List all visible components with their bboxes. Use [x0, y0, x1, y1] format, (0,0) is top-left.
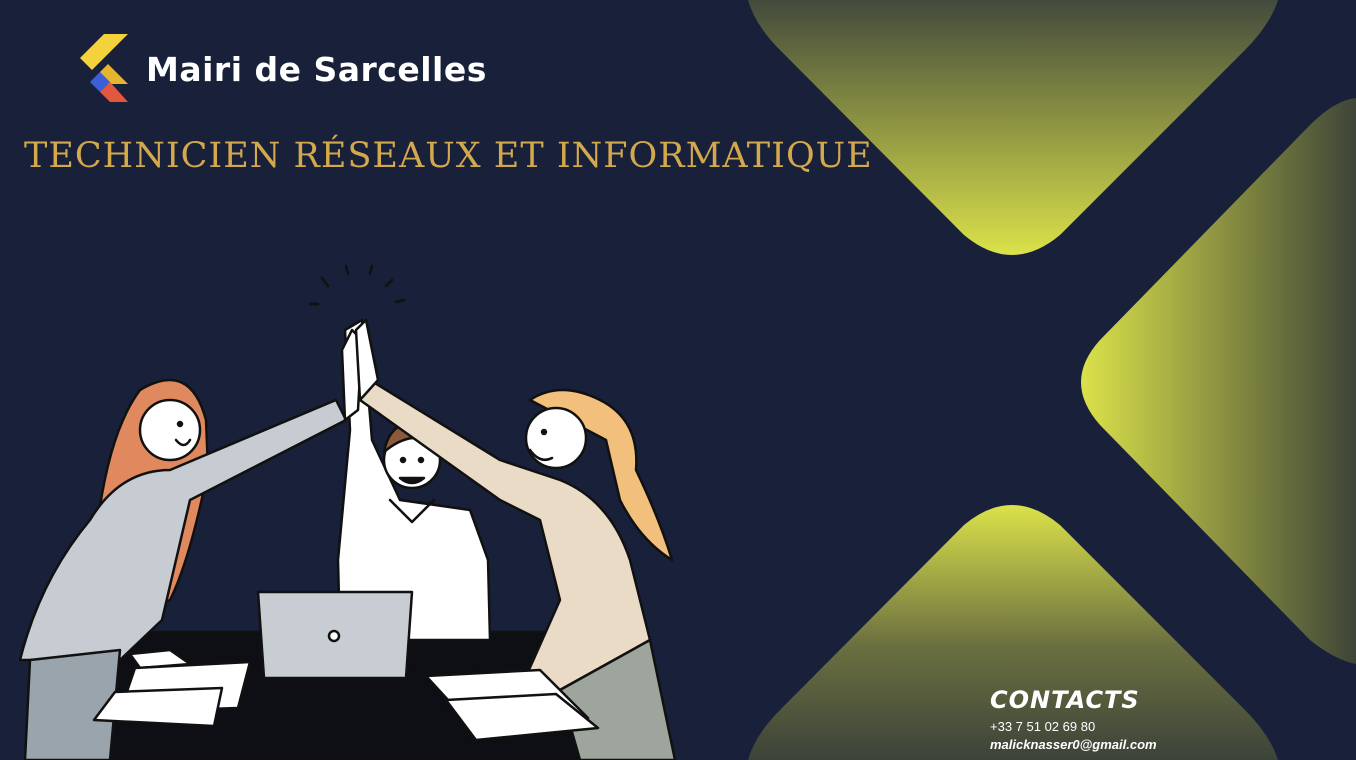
- page-title: TECHNICIEN RÉSEAUX ET INFORMATIQUE: [24, 136, 873, 176]
- team-high-five-illustration: [18, 264, 677, 760]
- contacts-title: CONTACTS: [990, 686, 1140, 714]
- flutter-style-logo-icon: [80, 34, 128, 102]
- right-chevron-shape: [1081, 98, 1356, 664]
- contacts-section: CONTACTS +33 7 51 02 69 80 malicknasser0…: [990, 686, 1290, 752]
- contact-phone[interactable]: +33 7 51 02 69 80: [990, 719, 1290, 734]
- top-chevron-shape: [748, 0, 1278, 255]
- contact-email[interactable]: malicknasser0@gmail.com: [990, 737, 1290, 752]
- brand-name: Mairi de Sarcelles: [146, 50, 487, 89]
